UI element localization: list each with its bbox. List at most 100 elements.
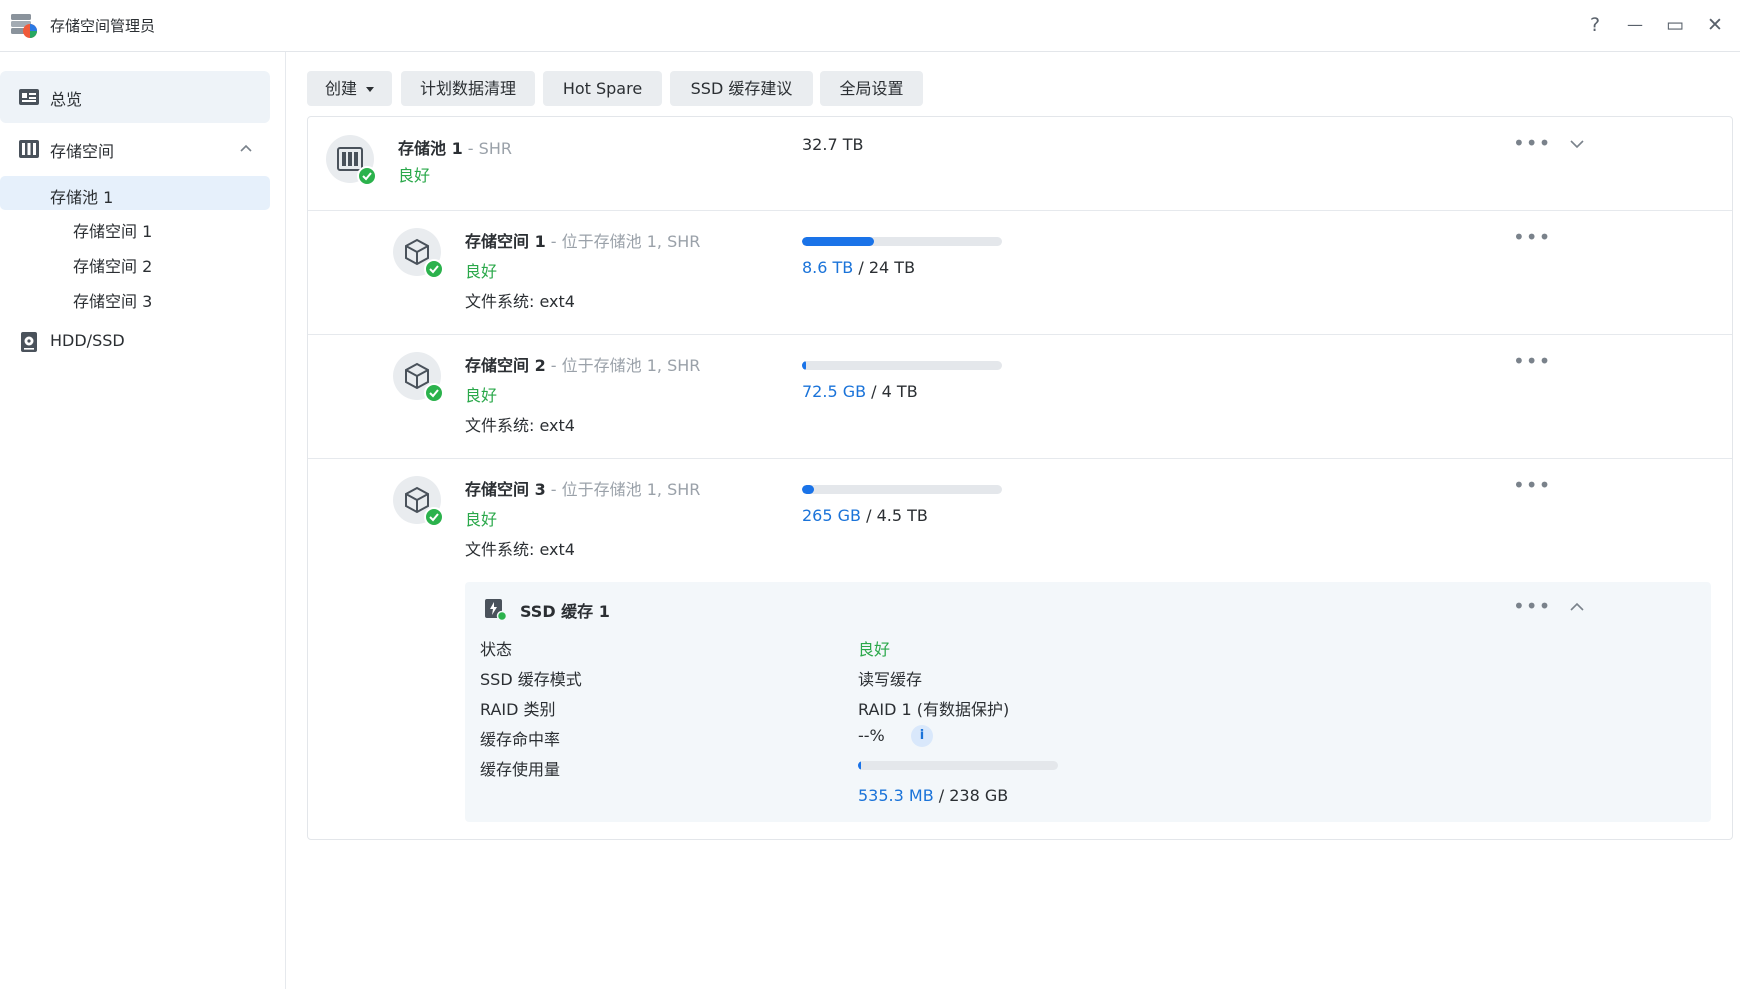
ssd-cache-icon <box>485 599 507 621</box>
volume-name-text: 存储空间 1 <box>465 232 546 251</box>
volume-name: 存储空间 2 - 位于存储池 1, SHR <box>465 352 700 376</box>
caret-down-icon <box>366 87 375 92</box>
ssd-advisor-button[interactable]: SSD 缓存建议 <box>670 71 813 106</box>
volume-name-text: 存储空间 2 <box>465 356 546 375</box>
pool-name: 存储池 1 - SHR <box>398 135 512 159</box>
volume-location: - 位于存储池 1, SHR <box>545 480 701 499</box>
schedule-scrub-button[interactable]: 计划数据清理 <box>401 71 535 106</box>
sidebar-item-volume-1[interactable]: 存储空间 1 <box>0 210 270 244</box>
cache-raid-key: RAID 类别 <box>480 700 556 719</box>
volume-usage-text: 265 GB / 4.5 TB <box>802 506 928 525</box>
volume-filesystem: 文件系统: ext4 <box>465 540 575 559</box>
volume-used: 265 GB <box>802 506 861 525</box>
sidebar: 总览 存储空间 存储池 1 存储空间 1 存储空间 2 存储空间 3 HDD/S… <box>0 52 286 989</box>
chevron-up-icon[interactable] <box>1566 596 1588 618</box>
volume-name: 存储空间 3 - 位于存储池 1, SHR <box>465 476 700 500</box>
volume-total: / 4.5 TB <box>861 506 928 525</box>
sidebar-item-storage[interactable]: 存储空间 <box>0 123 270 175</box>
maximize-button[interactable]: ▭ <box>1662 12 1688 38</box>
sidebar-item-hdd-ssd[interactable]: HDD/SSD <box>0 316 270 368</box>
sidebar-item-label: 存储空间 1 <box>73 222 153 241</box>
volume-filesystem: 文件系统: ext4 <box>465 292 575 311</box>
storage-icon <box>19 140 39 158</box>
status-ok-icon <box>357 166 377 186</box>
volume-icon <box>393 352 444 403</box>
hdd-icon <box>21 332 37 352</box>
overview-icon <box>19 89 39 105</box>
volume-usage-text: 8.6 TB / 24 TB <box>802 258 915 277</box>
ssd-cache-panel: SSD 缓存 1 ••• 状态 良好 SSD 缓存模式 读写缓存 RAID 类别… <box>465 582 1711 822</box>
volume-usage-bar <box>802 361 1002 370</box>
create-button-label: 创建 <box>324 79 357 98</box>
pool-name-text: 存储池 1 <box>398 139 463 158</box>
pool-status: 良好 <box>398 166 431 185</box>
volume-total: / 24 TB <box>853 258 916 277</box>
volume-more-icon[interactable]: ••• <box>1513 475 1550 499</box>
sidebar-item-label: 存储空间 3 <box>73 292 153 311</box>
divider <box>308 458 1732 459</box>
volume-name-text: 存储空间 3 <box>465 480 546 499</box>
ssd-cache-more-icon[interactable]: ••• <box>1513 596 1550 620</box>
chevron-up-icon[interactable] <box>238 141 254 157</box>
cache-usage-bar <box>858 761 1058 770</box>
create-button[interactable]: 创建 <box>307 71 392 106</box>
volume-used: 8.6 TB <box>802 258 854 277</box>
sidebar-item-label: 存储空间 <box>50 142 115 161</box>
ssd-cache-title: SSD 缓存 1 <box>520 602 610 621</box>
storage-panel: 存储池 1 - SHR 良好 32.7 TB ••• 存储空间 1 - 位于存储… <box>307 116 1733 840</box>
storage-manager-app-icon <box>11 14 37 38</box>
sidebar-item-label: 存储池 1 <box>50 188 114 207</box>
volume-usage-bar <box>802 485 1002 494</box>
volume-used: 72.5 GB <box>802 382 867 401</box>
cache-total: / 238 GB <box>933 786 1009 805</box>
close-button[interactable]: ✕ <box>1702 12 1728 38</box>
volume-filesystem: 文件系统: ext4 <box>465 416 575 435</box>
volume-more-icon[interactable]: ••• <box>1513 227 1550 251</box>
volume-status: 良好 <box>465 386 498 405</box>
sidebar-item-label: 存储空间 2 <box>73 257 153 276</box>
cache-usage-fill <box>858 761 861 770</box>
sidebar-item-label: 总览 <box>50 90 83 109</box>
volume-usage-bar <box>802 237 1002 246</box>
volume-icon <box>393 228 444 279</box>
volume-location: - 位于存储池 1, SHR <box>545 232 701 251</box>
cache-hit-rate-value: --% <box>858 726 885 745</box>
pool-size: 32.7 TB <box>802 135 864 154</box>
info-icon[interactable]: i <box>911 725 933 747</box>
title-bar: 存储空间管理员 ? — ▭ ✕ <box>0 0 1740 52</box>
status-ok-icon <box>424 507 444 527</box>
volume-icon <box>393 476 444 527</box>
cache-mode-key: SSD 缓存模式 <box>480 670 582 689</box>
cache-usage-key: 缓存使用量 <box>480 760 561 779</box>
volume-usage-text: 72.5 GB / 4 TB <box>802 382 918 401</box>
volume-more-icon[interactable]: ••• <box>1513 351 1550 375</box>
sidebar-item-pool-1[interactable]: 存储池 1 <box>0 176 270 210</box>
hot-spare-button[interactable]: Hot Spare <box>543 71 662 106</box>
cache-status-key: 状态 <box>480 640 513 659</box>
chevron-down-icon[interactable] <box>1566 133 1588 155</box>
pool-more-icon[interactable]: ••• <box>1513 133 1550 157</box>
help-button[interactable]: ? <box>1582 12 1608 38</box>
minimize-button[interactable]: — <box>1622 12 1648 38</box>
sidebar-item-label: HDD/SSD <box>50 331 125 350</box>
volume-usage-fill <box>802 237 874 246</box>
sidebar-item-overview[interactable]: 总览 <box>0 71 270 123</box>
status-ok-icon <box>424 383 444 403</box>
sidebar-item-volume-3[interactable]: 存储空间 3 <box>0 280 270 314</box>
pool-icon <box>326 135 377 186</box>
volume-usage-fill <box>802 485 814 494</box>
global-settings-button[interactable]: 全局设置 <box>820 71 923 106</box>
cache-usage-text: 535.3 MB / 238 GB <box>858 786 1008 805</box>
sidebar-item-volume-2[interactable]: 存储空间 2 <box>0 245 270 279</box>
volume-name: 存储空间 1 - 位于存储池 1, SHR <box>465 228 700 252</box>
volume-status: 良好 <box>465 262 498 281</box>
volume-total: / 4 TB <box>866 382 918 401</box>
cache-mode-value: 读写缓存 <box>858 670 923 689</box>
status-ok-icon <box>424 259 444 279</box>
divider <box>308 210 1732 211</box>
volume-usage-fill <box>802 361 806 370</box>
divider <box>308 334 1732 335</box>
volume-status: 良好 <box>465 510 498 529</box>
cache-hit-rate-key: 缓存命中率 <box>480 730 561 749</box>
window-title: 存储空间管理员 <box>50 17 156 35</box>
